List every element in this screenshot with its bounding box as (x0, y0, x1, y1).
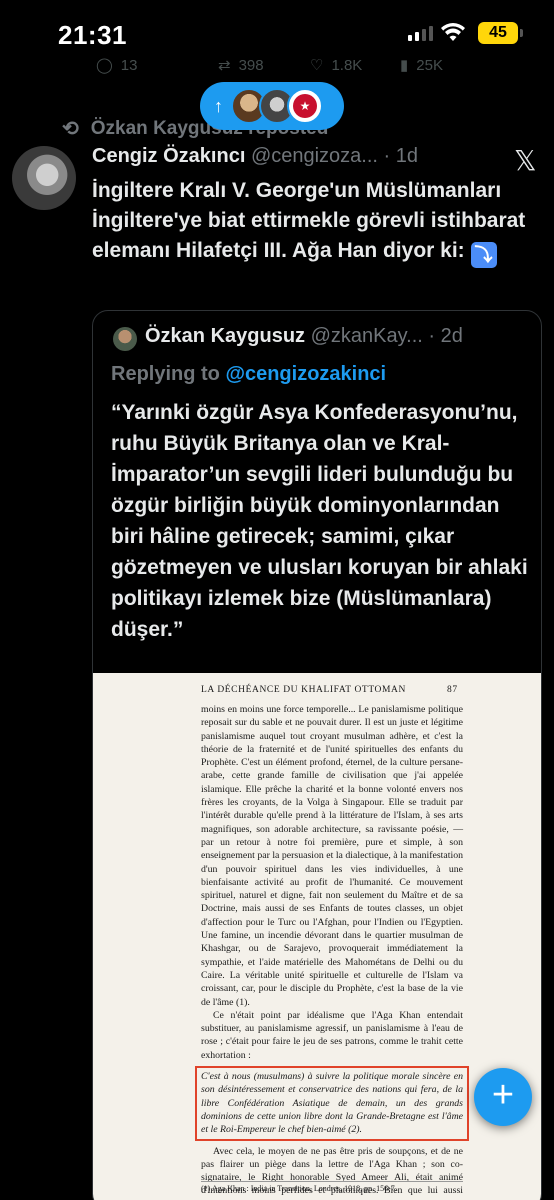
author-avatar[interactable] (12, 146, 76, 210)
quoted-author-avatar (113, 327, 137, 351)
clock: 21:31 (58, 20, 127, 50)
reply-count[interactable]: ◯ 13 (96, 56, 138, 75)
reply-icon: ◯ (96, 57, 113, 74)
view-count[interactable]: ▮ 25K (400, 56, 443, 75)
replying-to: Replying to @cengizozakinci (111, 363, 386, 386)
previous-tweet-actions: ◯ 13 ⇄ 398 ♡ 1.8K ▮ 25K (0, 56, 554, 80)
reply-count-label: 13 (120, 56, 138, 74)
tweet-text: İngiltere Kralı V. George'un Müslümanlar… (92, 176, 542, 268)
views-icon: ▮ (400, 57, 409, 74)
view-count-label: 25K (416, 56, 443, 74)
tweet-header: Cengiz Özakıncı @cengizoza... · 1d (92, 145, 418, 168)
highlighted-quote-box: C'est à nous (musulmans) à suivre la pol… (195, 1066, 469, 1141)
heart-icon: ♡ (310, 57, 324, 74)
compose-button[interactable]: + (474, 1068, 532, 1126)
wifi-icon (441, 23, 465, 41)
author-name[interactable]: Cengiz Özakıncı (92, 145, 245, 167)
quoted-author-name: Özkan Kaygusuz (145, 325, 306, 347)
book-page-image[interactable]: LA DÉCHÉANCE DU KHALIFAT OTTOMAN 87 moin… (93, 673, 541, 1200)
quoted-tweet-text: “Yarınki özgür Asya Konfederasyonu’nu, r… (111, 401, 528, 641)
book-footnote: (1) Aga Khan : India in Transition, Lond… (201, 1181, 463, 1194)
medal-icon: ★ (293, 94, 317, 118)
repost-count-label: 398 (238, 56, 264, 74)
like-count-label: 1.8K (331, 56, 363, 74)
replying-to-mention[interactable]: @cengizozakinci (225, 363, 386, 385)
battery-icon: 45 (478, 22, 518, 44)
avatar: ★ (287, 88, 323, 124)
tweet-body: İngiltere Kralı V. George'un Müslümanlar… (92, 179, 526, 262)
repost-icon: ⇄ (218, 57, 231, 74)
quoted-tweet[interactable]: Özkan Kaygusuz @zkanKay... · 2d Replying… (92, 310, 542, 1200)
quoted-author-handle: @zkanKay... (310, 325, 423, 347)
arrow-up-icon: ↑ (214, 95, 223, 116)
replying-to-label: Replying to (111, 363, 220, 385)
book-page-number: 87 (447, 685, 458, 695)
like-count[interactable]: ♡ 1.8K (310, 56, 363, 75)
book-page-body: moins en moins une force temporelle... L… (195, 703, 469, 1200)
new-posts-pill[interactable]: ↑ ★ (200, 82, 344, 130)
quoted-tweet-timestamp: · 2d (428, 325, 463, 347)
book-paragraph: Ce n'était point par idéalisme que l'Aga… (201, 1009, 463, 1061)
book-paragraph: moins en moins une force temporelle... L… (201, 704, 463, 1008)
arrow-down-right-emoji-icon: ⤵ (470, 242, 497, 268)
quoted-tweet-header: Özkan Kaygusuz @zkanKay... · 2d (145, 325, 463, 348)
repost-count[interactable]: ⇄ 398 (218, 56, 264, 75)
book-page-running-title: LA DÉCHÉANCE DU KHALIFAT OTTOMAN (201, 685, 406, 695)
cellular-signal-icon (408, 26, 433, 41)
x-logo-icon: 𝕏 (514, 144, 537, 177)
repost-icon: ⟲ (62, 118, 79, 140)
author-handle[interactable]: @cengizoza... (251, 145, 378, 167)
tweet-timestamp[interactable]: · 1d (384, 145, 418, 167)
status-bar: 21:31 45 (0, 0, 554, 62)
battery-tip (520, 29, 523, 37)
